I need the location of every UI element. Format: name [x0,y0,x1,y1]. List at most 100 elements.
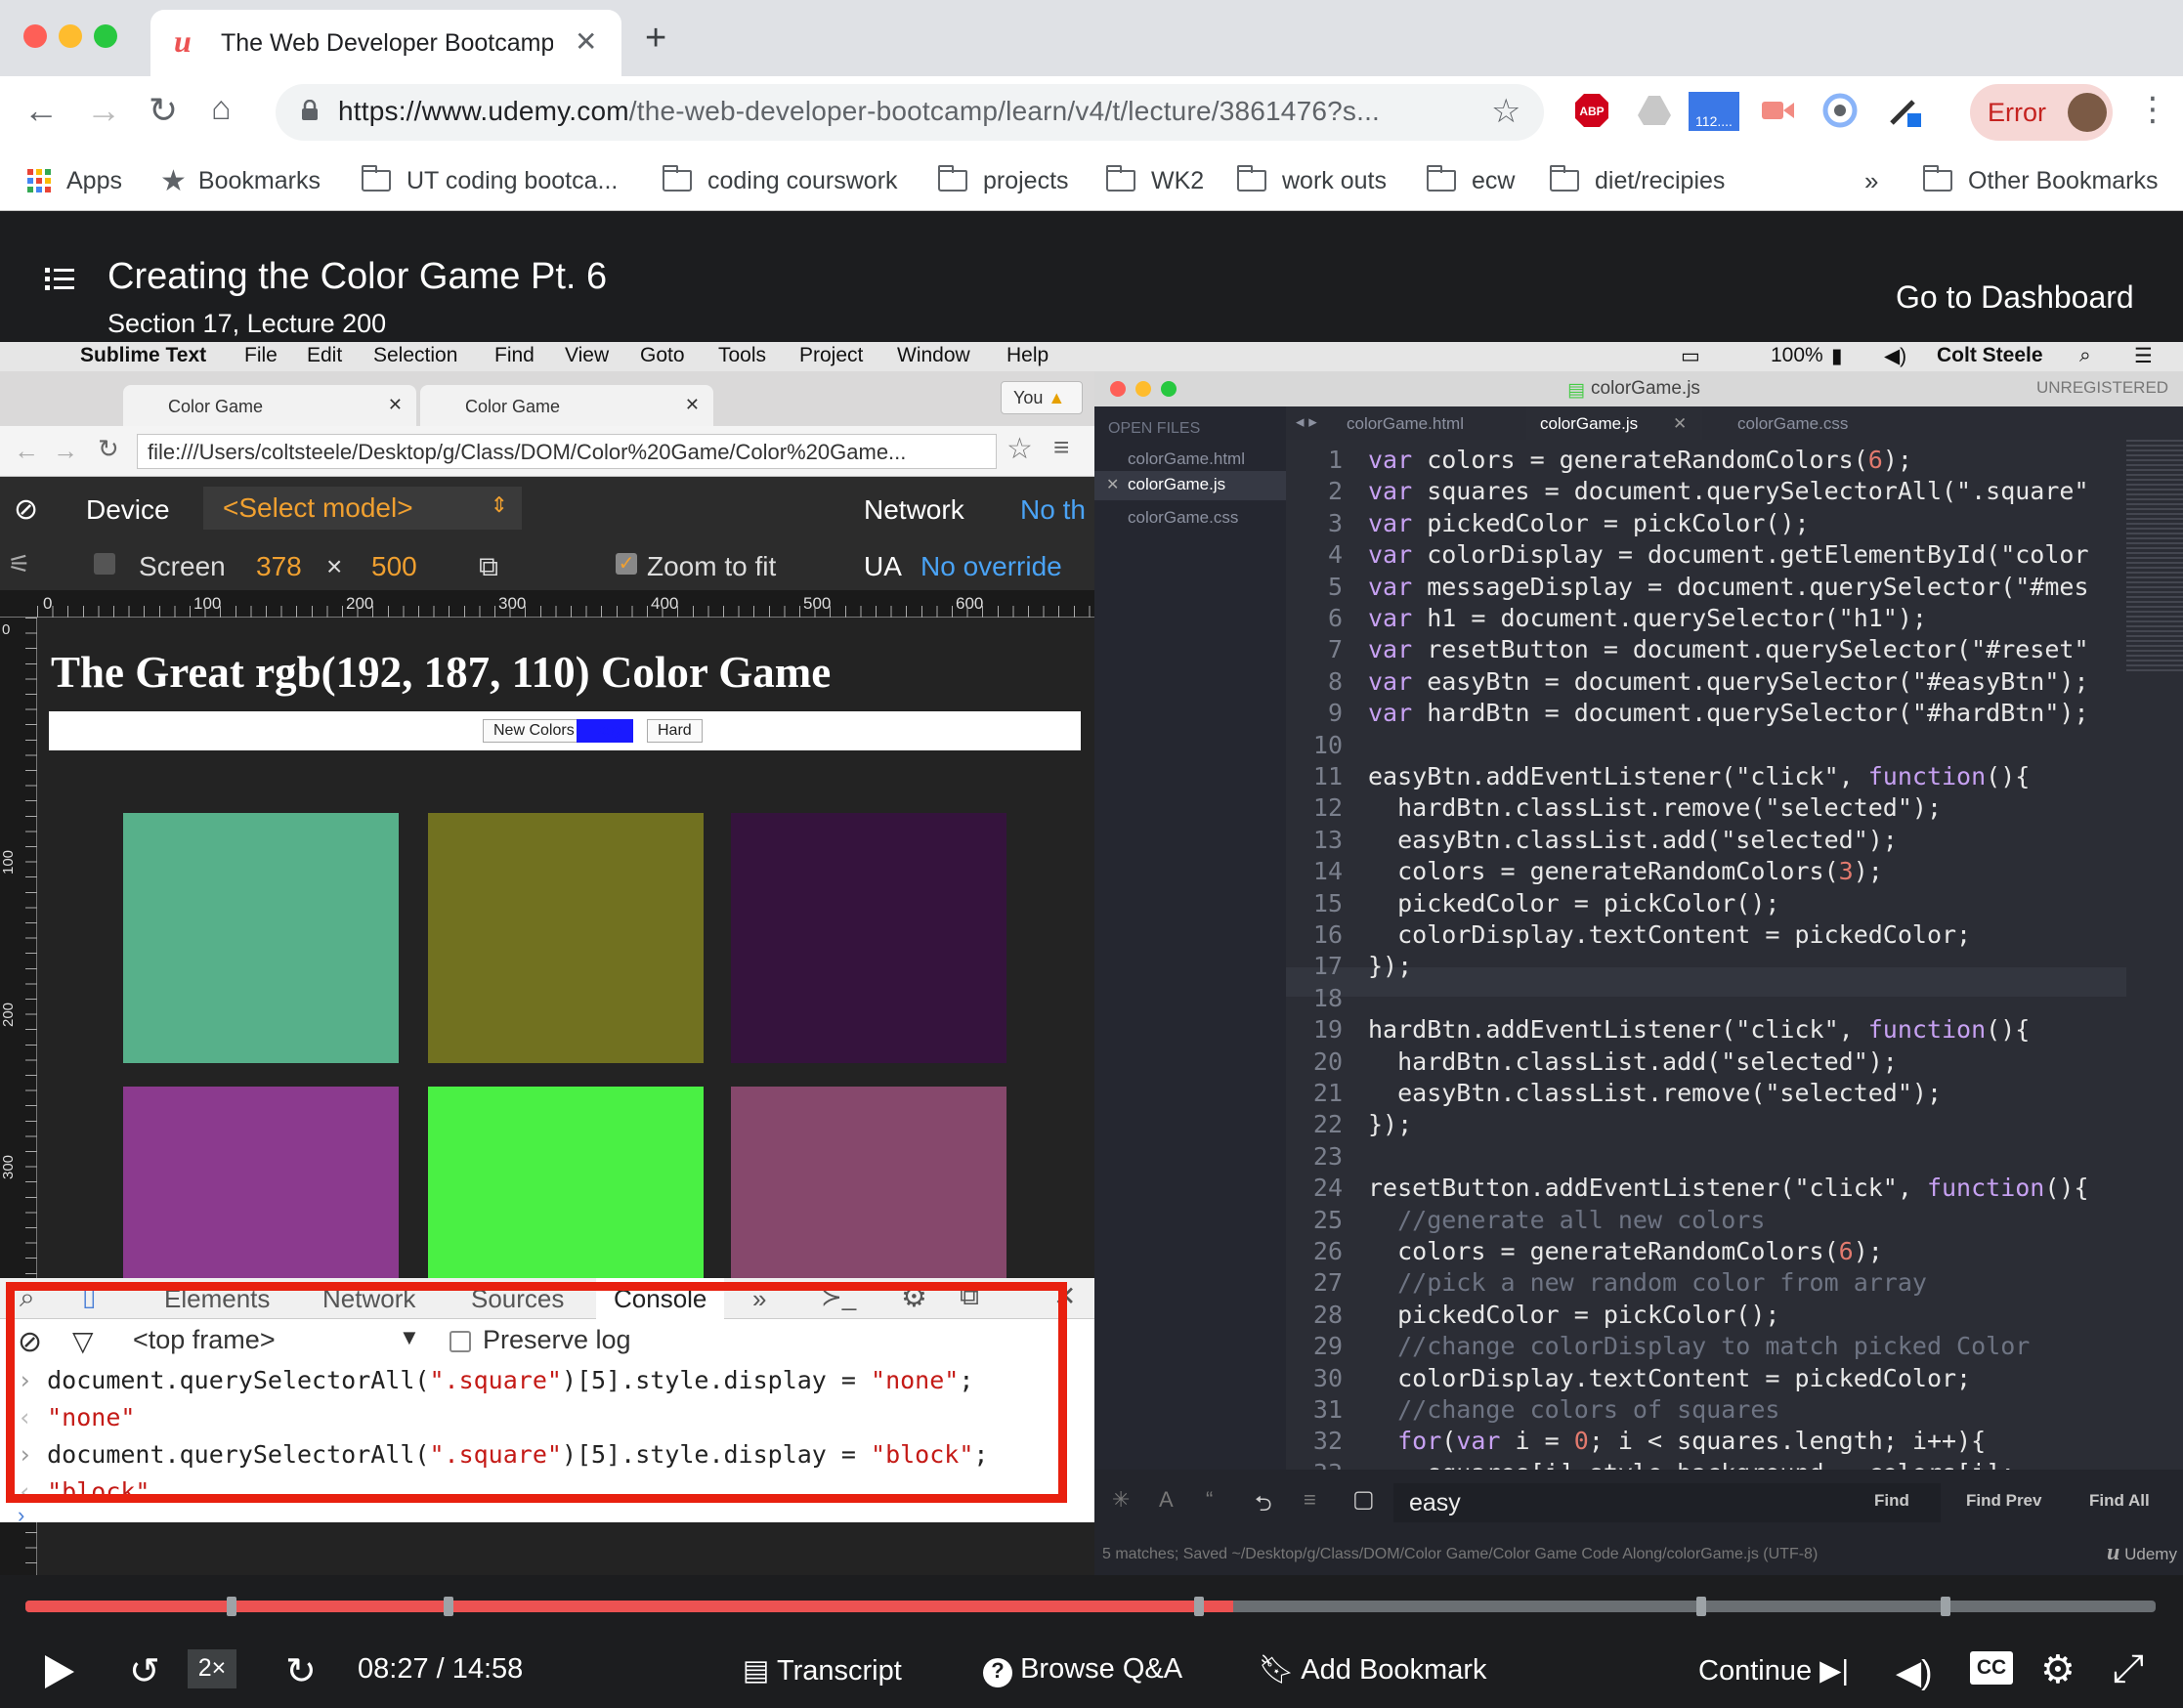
add-bookmark-button[interactable]: 🔖︎ Add Bookmark [1259,1653,1487,1687]
line-number: 18 [1312,983,1343,1012]
line-number: 26 [1312,1237,1343,1265]
close-icon: ✕ [387,395,403,414]
wrap-icon: ⮌ [1255,1491,1272,1516]
progress-bar[interactable] [25,1597,2156,1616]
line-number: 31 [1312,1395,1343,1424]
line-number: 5 [1327,572,1343,601]
in-selection-icon: ≡ [1304,1487,1316,1512]
device-label: Device [86,494,170,525]
find-input: easy [1393,1483,1941,1522]
screen-width: 378 [256,551,302,581]
back-icon[interactable]: ← [23,90,59,131]
game-stripe: New Colors Easy Hard [49,711,1081,750]
lecture-title: Creating the Color Game Pt. 6 [107,256,608,297]
sublime-window-title: colorGame.js [1591,378,1700,399]
bookmark-label: Bookmarks [197,166,321,194]
bookmark-folder-ecw[interactable]: ecw [1427,158,1515,203]
sublime-sidebar: OPEN FILES colorGame.html ✕ colorGame.js… [1094,406,1286,1575]
line-number: 1 [1327,446,1343,474]
horizontal-ruler: 0 100 200 300 400 500 600 [0,590,1094,618]
code-line: colorDisplay.textContent = pickedColor; [1368,920,1972,949]
bookmarks-overflow-button[interactable]: » [1864,158,1878,203]
player-controls: ↺ 2× ↻ 08:27 / 14:58 ▤ Transcript ? Brow… [0,1575,2183,1708]
code-editor: 1 var colors = generateRandomColors(6); 2 v… [1286,440,2183,1487]
bookmark-folder-diet[interactable]: diet/recipies [1550,158,1725,203]
bookmark-folder-wk2[interactable]: WK2 [1106,158,1204,203]
volume-icon[interactable]: ◀) [1896,1653,1932,1692]
udemy-logo-icon: u [2107,1540,2120,1565]
settings-gear-icon[interactable]: ⚙ [2040,1647,2076,1692]
bookmark-folder-workouts[interactable]: work outs [1237,158,1387,203]
playback-speed-button[interactable]: 2× [188,1649,236,1688]
closed-captions-button[interactable]: CC [1970,1651,2013,1685]
bookmark-apps[interactable]: Apps [27,158,122,203]
sublime-tab-active: colorGame.js ✕ [1526,406,1702,440]
close-window-button[interactable] [23,24,47,48]
bookmark-folder-projects[interactable]: projects [938,158,1069,203]
inner-browser-tab[interactable]: Color Game ✕ [123,385,416,426]
folder-icon [1106,165,1135,192]
curriculum-list-icon[interactable] [45,266,74,293]
bookmark-star-icon[interactable]: ☆ [1491,92,1520,131]
drive-icon[interactable] [1636,92,1673,129]
line-number: 6 [1327,604,1343,632]
line-number: 10 [1312,730,1343,759]
ruler-ticks [37,606,1094,618]
tab-close-icon[interactable]: ✕ [575,25,597,58]
swap-dimensions-icon: ⧉ [479,551,498,581]
regex-icon: ✳ [1112,1487,1131,1512]
code-line: colorDisplay.textContent = pickedColor; [1368,1363,1972,1392]
new-colors-button: New Colors [483,719,585,743]
line-number: 32 [1312,1427,1343,1456]
bookmark-folder-coding[interactable]: coding courswork [663,158,898,203]
code-line: pickedColor = pickColor(); [1368,1300,1780,1329]
browser-tab[interactable]: u The Web Developer Bootcamp ✕ [150,10,621,76]
transcript-button[interactable]: ▤ Transcript [743,1653,902,1687]
profile-error-button[interactable]: Error [1970,84,2113,141]
forward-icon[interactable]: → [86,90,121,131]
eyedropper-icon[interactable] [1886,92,1923,129]
toggle-icon: ⚟ [8,549,31,578]
browser-toolbar: ← → ↻ ⌂ https://www.udemy.com/the-web-de… [0,76,2183,150]
go-to-dashboard-link[interactable]: Go to Dashboard [1896,279,2134,316]
inner-browser-tab[interactable]: Color Game ✕ [420,385,713,426]
reload-icon[interactable]: ↻ [149,90,178,131]
bookmark-bookmarks[interactable]: ★ Bookmarks [160,158,321,203]
bookmark-folder-ut[interactable]: UT coding bootca... [362,158,618,203]
home-icon[interactable]: ⌂ [211,90,232,128]
forward-icon[interactable]: ↻ [285,1649,317,1693]
warning-icon: ▲ [1048,388,1066,407]
menu-dots-icon[interactable]: ⋮ [2136,90,2169,129]
browse-qa-button[interactable]: ? Browse Q&A [983,1653,1182,1687]
continue-button[interactable]: Continue ▶| [1698,1653,1849,1687]
fullscreen-icon[interactable]: ⤢ [2113,1647,2144,1691]
menu-tools: Tools [718,344,767,366]
rewind-icon[interactable]: ↺ [129,1649,160,1693]
address-bar[interactable]: https://www.udemy.com/the-web-developer-… [276,84,1544,141]
video-frame[interactable]: Sublime Text File Edit Selection Find Vi… [0,342,2183,1575]
lecture-header: Creating the Color Game Pt. 6 Section 17… [0,211,2183,342]
code-line: var messageDisplay = document.querySelec… [1368,572,2089,601]
minimize-window-button[interactable] [59,24,82,48]
notification-center-icon: ☰ [2134,345,2153,367]
inner-url: file:///Users/coltsteele/Desktop/g/Class… [148,440,907,464]
new-tab-icon[interactable]: + [645,18,666,60]
close-window-button [1110,381,1126,397]
close-icon: ✕ [1106,477,1120,493]
code-line: var resetButton = document.querySelector… [1368,635,2089,664]
network-label: Network [864,494,964,525]
line-number: 21 [1312,1079,1343,1107]
video-extension-icon[interactable] [1759,92,1796,129]
adblock-icon[interactable]: ABP [1573,92,1610,129]
extension-badge[interactable]: 112.... [1689,92,1739,131]
line-number: 20 [1312,1046,1343,1076]
bookmark-folder-other[interactable]: Other Bookmarks [1923,158,2159,203]
play-icon[interactable] [43,1653,76,1690]
menu-find: Find [494,344,535,366]
folder-icon [1237,165,1266,192]
battery-percent: 100% [1771,344,1823,366]
line-number: 19 [1312,1015,1343,1045]
extension-icon[interactable] [1821,92,1859,129]
zoom-window-button[interactable] [94,24,117,48]
tab-title: The Web Developer Bootcamp [221,29,553,57]
